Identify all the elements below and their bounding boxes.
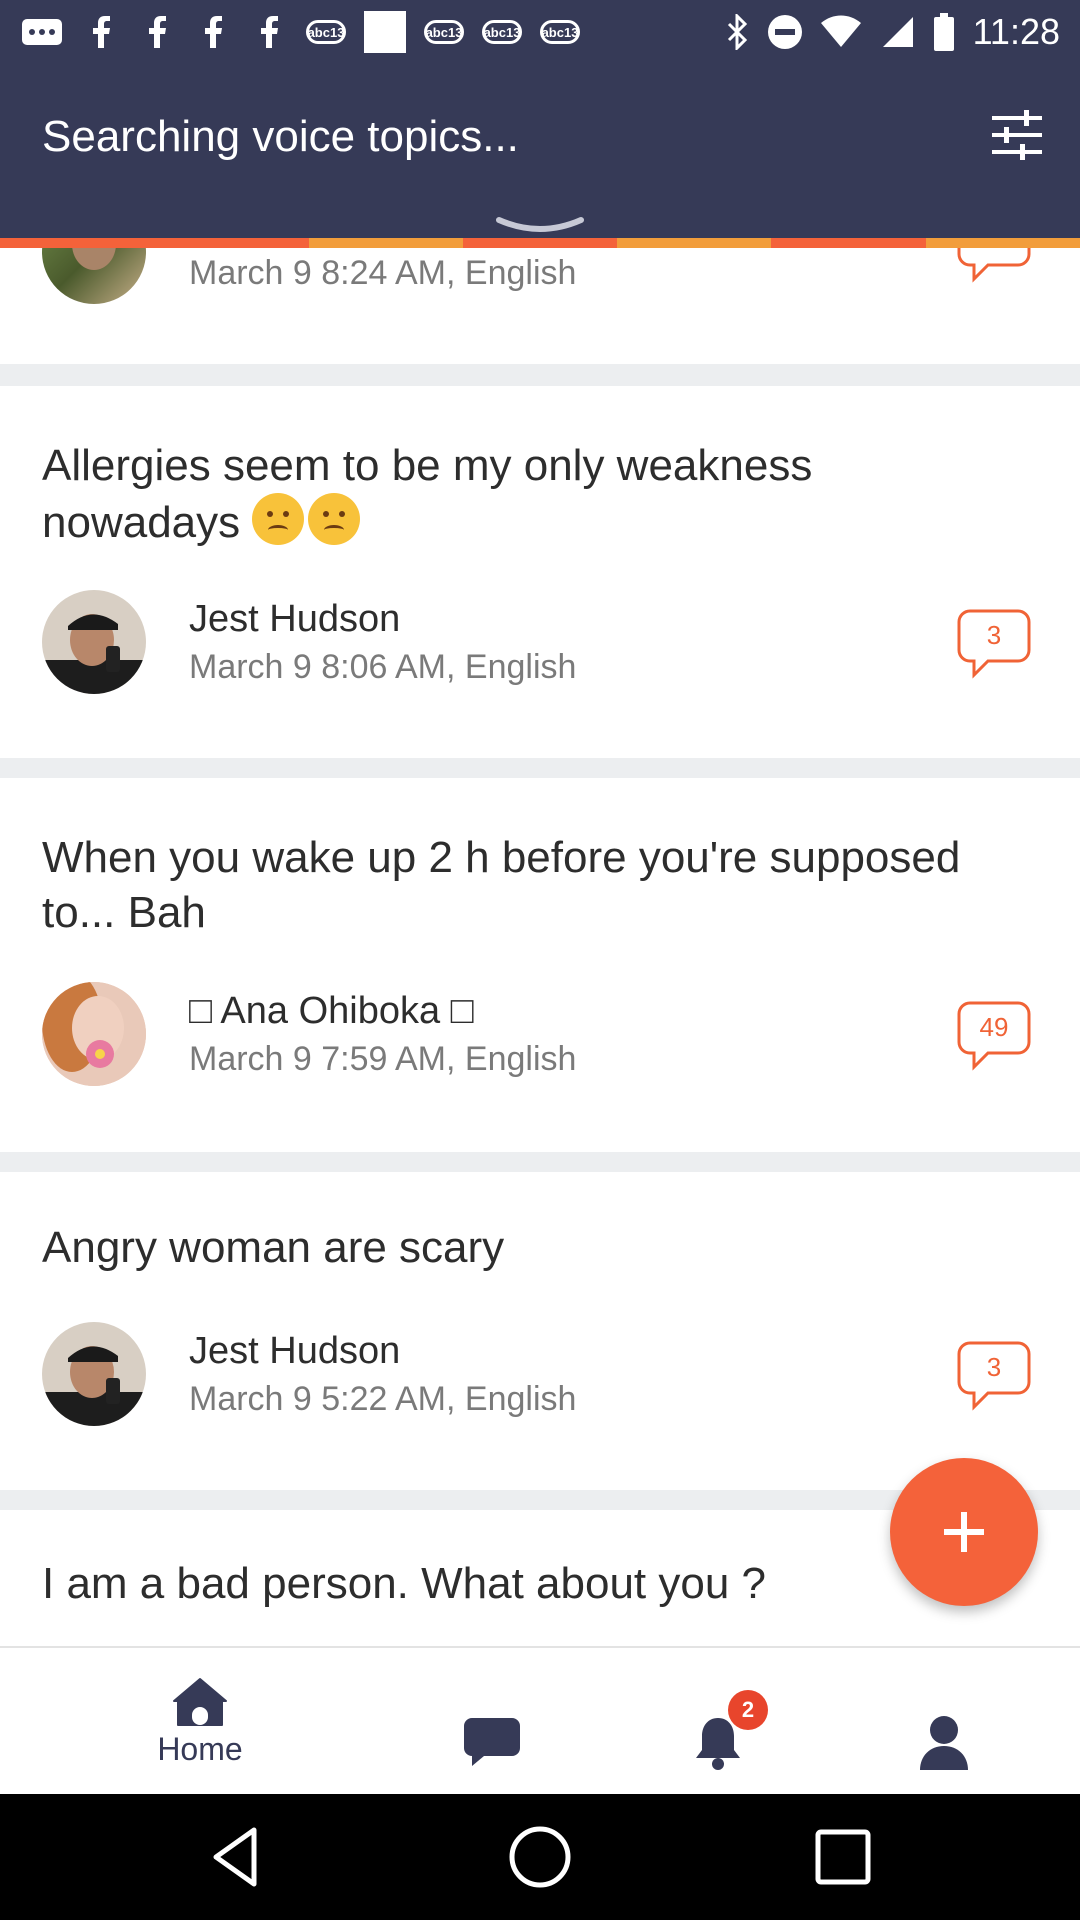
progress-segment: [617, 238, 772, 248]
plus-icon: [944, 1512, 984, 1552]
avatar[interactable]: [42, 1322, 146, 1426]
nav-profile[interactable]: [854, 1648, 1034, 1796]
author-name[interactable]: Jest Hudson: [189, 1330, 400, 1373]
facebook-icon: [194, 16, 232, 48]
facebook-icon: [82, 16, 120, 48]
battery-icon: [933, 13, 954, 51]
comment-button[interactable]: 3: [956, 608, 1032, 680]
system-navigation-bar: [0, 1794, 1080, 1920]
abc13-icon: abc13: [424, 20, 464, 44]
progress-segment: [0, 238, 155, 248]
app-screen: abc13 abc13 abc13 abc13 11:28 Searching …: [0, 0, 1080, 1920]
topic-title[interactable]: When you wake up 2 h before you're suppo…: [42, 830, 1020, 940]
abc13-icon: abc13: [482, 20, 522, 44]
post-meta: March 9 8:24 AM, English: [189, 254, 577, 292]
progress-segment: [154, 238, 309, 248]
sad-face-emoji-icon: [308, 493, 361, 545]
topic-card[interactable]: Angry woman are scary Jest Hudson March …: [0, 1172, 1080, 1490]
facebook-icon: [250, 16, 288, 48]
author-name[interactable]: Jest Hudson: [189, 598, 400, 641]
progress-segment: [771, 238, 926, 248]
topic-feed[interactable]: March 9 8:24 AM, English Allergies seem …: [0, 248, 1080, 1648]
home-icon: [173, 1677, 227, 1726]
search-progress-bar: [0, 238, 1080, 248]
white-square-icon: [364, 11, 406, 53]
notification-icons: abc13 abc13 abc13 abc13: [20, 11, 580, 53]
nav-home-label: Home: [157, 1730, 243, 1767]
abc13-icon: abc13: [306, 20, 346, 44]
post-meta: March 9 7:59 AM, English: [189, 1040, 577, 1078]
nav-notifications[interactable]: 2: [628, 1648, 808, 1796]
add-topic-button[interactable]: [890, 1458, 1038, 1606]
topic-card[interactable]: March 9 8:24 AM, English: [0, 248, 1080, 364]
progress-segment: [462, 238, 618, 248]
system-status: 11:28: [725, 11, 1060, 53]
nav-home[interactable]: Home: [110, 1648, 290, 1796]
comment-count: 3: [986, 620, 1002, 650]
avatar[interactable]: [42, 248, 146, 304]
collapse-handle-icon[interactable]: [495, 214, 585, 238]
abc13-icon: abc13: [540, 20, 580, 44]
comment-count: 49: [979, 1012, 1009, 1042]
comment-button[interactable]: 49: [956, 1000, 1032, 1072]
comment-button[interactable]: [956, 248, 1032, 284]
home-circle-icon[interactable]: [505, 1822, 575, 1892]
topic-title[interactable]: Allergies seem to be my only weakness no…: [42, 438, 1020, 550]
comment-count: 3: [986, 1352, 1002, 1382]
notification-badge: 2: [728, 1690, 768, 1730]
recents-icon[interactable]: [808, 1822, 878, 1892]
clock: 11:28: [972, 11, 1060, 52]
progress-segment: [925, 238, 1080, 248]
bluetooth-icon: [727, 14, 747, 50]
bottom-navigation: Home 2: [0, 1646, 1080, 1794]
status-bar: abc13 abc13 abc13 abc13 11:28: [0, 0, 1080, 64]
app-header: Searching voice topics...: [0, 64, 1080, 248]
topic-title[interactable]: I am a bad person. What about you ?: [42, 1556, 1020, 1611]
topic-card[interactable]: When you wake up 2 h before you're suppo…: [0, 778, 1080, 1152]
person-icon: [920, 1716, 968, 1770]
avatar[interactable]: [42, 590, 146, 694]
messages-icon: [22, 19, 62, 45]
post-meta: March 9 8:06 AM, English: [189, 648, 577, 686]
sad-face-emoji-icon: [252, 493, 305, 545]
author-name[interactable]: □ Ana Ohiboka □: [189, 990, 474, 1033]
chat-bubble-icon: [464, 1718, 520, 1766]
back-icon[interactable]: [202, 1822, 272, 1892]
topic-title[interactable]: Angry woman are scary: [42, 1220, 1020, 1275]
comment-button[interactable]: 3: [956, 1340, 1032, 1412]
do-not-disturb-icon: [767, 15, 802, 49]
signal-icon: [882, 17, 913, 47]
page-title: Searching voice topics...: [42, 112, 519, 161]
nav-messages[interactable]: [402, 1648, 582, 1796]
wifi-icon: [820, 15, 861, 47]
facebook-icon: [138, 16, 176, 48]
filter-icon[interactable]: [990, 108, 1044, 162]
avatar[interactable]: [42, 982, 146, 1086]
post-meta: March 9 5:22 AM, English: [189, 1380, 577, 1418]
topic-card[interactable]: Allergies seem to be my only weakness no…: [0, 386, 1080, 758]
progress-segment: [308, 238, 463, 248]
